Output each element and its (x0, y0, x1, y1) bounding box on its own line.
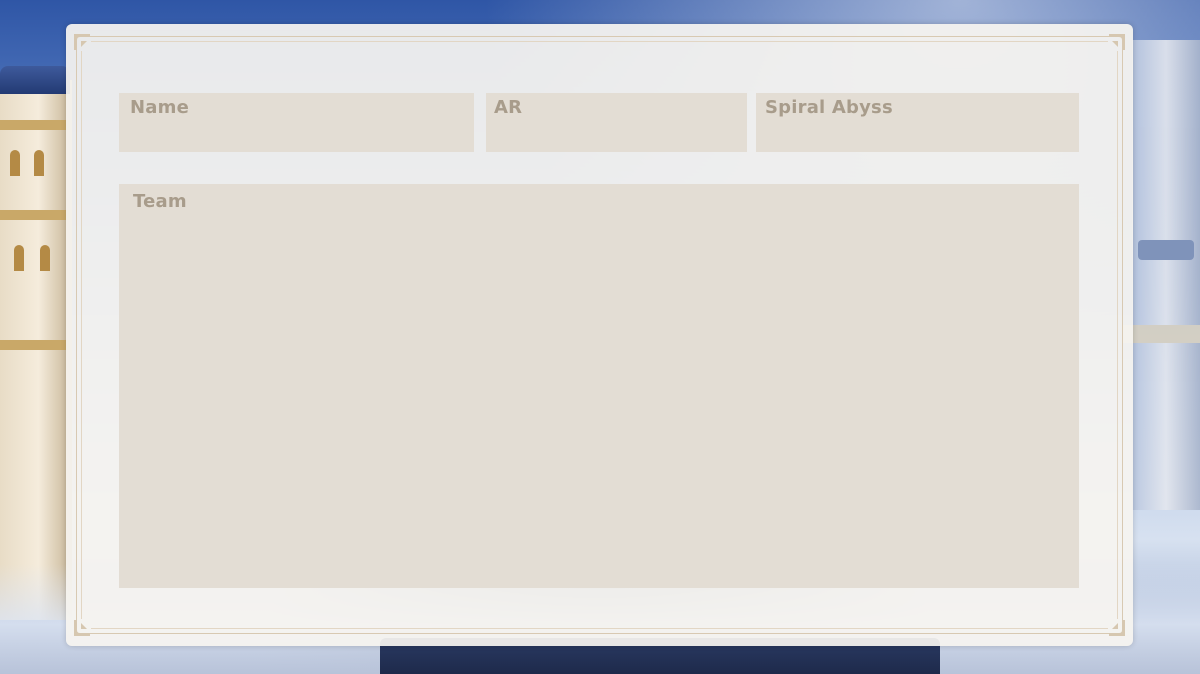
ar-label: AR (494, 97, 523, 118)
team-label: Team (133, 191, 187, 212)
background-scene: Name AR Spiral Abyss Team (0, 0, 1200, 674)
spiral-abyss-field[interactable]: Spiral Abyss (756, 93, 1079, 152)
right-pillar-decoration (1122, 40, 1200, 510)
corner-ornament-icon (1101, 32, 1127, 58)
name-label: Name (130, 97, 189, 118)
left-tower-decoration (0, 66, 72, 620)
corner-ornament-icon (1101, 612, 1127, 638)
spiral-abyss-label: Spiral Abyss (765, 97, 893, 118)
name-field[interactable]: Name (119, 93, 474, 152)
character-card-panel: Name AR Spiral Abyss Team (66, 24, 1133, 646)
ar-field[interactable]: AR (486, 93, 747, 152)
corner-ornament-icon (72, 32, 98, 58)
corner-ornament-icon (72, 612, 98, 638)
team-field[interactable]: Team (119, 184, 1079, 588)
